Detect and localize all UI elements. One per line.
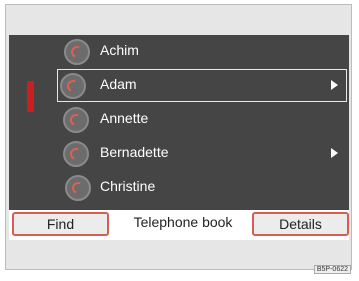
contact-row[interactable]: Bernadette: [9, 137, 349, 171]
arrow-right-icon: [331, 80, 338, 90]
contact-name: Christine: [100, 178, 156, 194]
contact-row[interactable]: Annette: [9, 103, 349, 137]
arrow-right-icon: [331, 148, 338, 158]
phone-icon: [60, 73, 86, 99]
phone-icon: [63, 107, 89, 133]
contact-list-screen: Achim Adam Annette Bernadette Christine: [9, 35, 349, 235]
contact-name: Bernadette: [100, 144, 169, 160]
phone-icon: [64, 39, 90, 65]
contact-name: Annette: [100, 110, 149, 126]
figure-code: B5P-0622: [313, 265, 351, 274]
bottom-bar: Find Telephone book Details: [9, 210, 349, 240]
contact-row[interactable]: Achim: [9, 35, 349, 69]
contact-row[interactable]: Christine: [9, 171, 349, 205]
screen-title: Telephone book: [133, 214, 233, 230]
find-button[interactable]: Find: [12, 212, 109, 236]
contact-row-selected[interactable]: Adam: [9, 69, 349, 103]
phone-icon: [63, 141, 89, 167]
contact-name: Achim: [100, 42, 139, 58]
contact-name: Adam: [100, 76, 137, 92]
phone-icon: [65, 175, 91, 201]
details-button[interactable]: Details: [252, 212, 349, 236]
